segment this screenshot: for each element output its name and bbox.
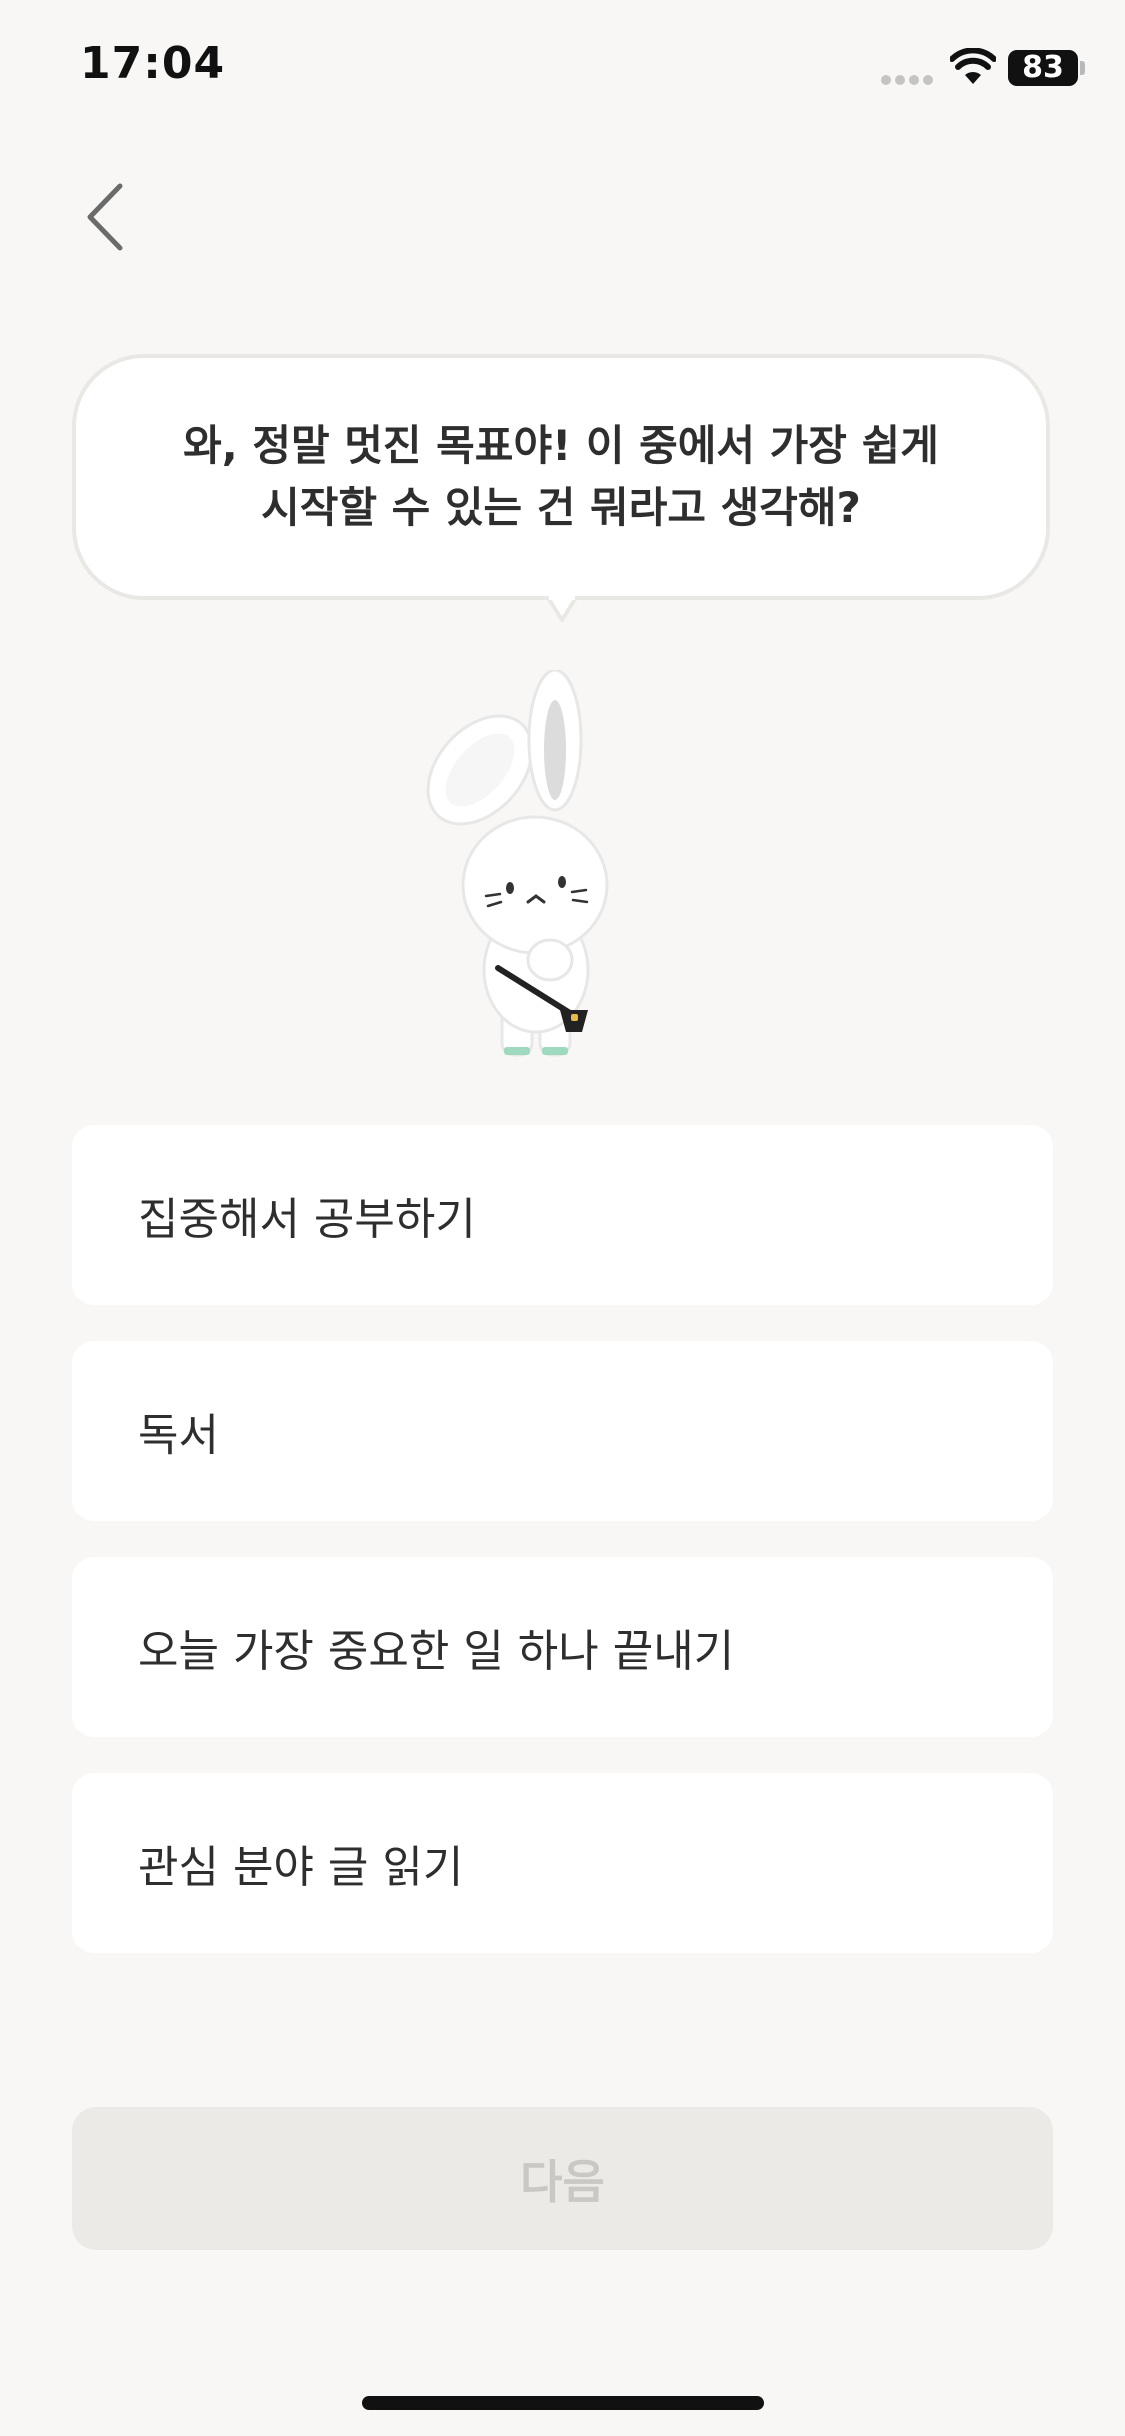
option-item[interactable]: 오늘 가장 중요한 일 하나 끝내기 — [72, 1557, 1053, 1737]
speech-text: 와, 정말 멋진 목표야! 이 중에서 가장 쉽게 시작할 수 있는 건 뭐라고… — [183, 421, 939, 532]
battery-icon: 83 — [1008, 50, 1078, 86]
status-time: 17:04 — [80, 38, 226, 89]
option-item[interactable]: 관심 분야 글 읽기 — [72, 1773, 1053, 1953]
status-bar: 17:04 83 — [0, 0, 1125, 140]
rabbit-mascot-icon — [426, 670, 609, 1057]
home-indicator[interactable] — [362, 2396, 764, 2410]
option-item[interactable]: 집중해서 공부하기 — [72, 1125, 1053, 1305]
option-item[interactable]: 독서 — [72, 1341, 1053, 1521]
battery-cap — [1080, 61, 1085, 75]
next-button[interactable]: 다음 — [72, 2107, 1053, 2250]
speech-bubble-tail — [547, 596, 577, 622]
cellular-signal-icon — [881, 75, 933, 85]
back-button[interactable] — [68, 172, 148, 262]
wifi-icon — [950, 48, 996, 84]
options-list: 집중해서 공부하기 독서 오늘 가장 중요한 일 하나 끝내기 관심 분야 글 … — [72, 1125, 1053, 1989]
chevron-left-icon — [87, 183, 123, 251]
speech-bubble: 와, 정말 멋진 목표야! 이 중에서 가장 쉽게 시작할 수 있는 건 뭐라고… — [72, 354, 1050, 600]
